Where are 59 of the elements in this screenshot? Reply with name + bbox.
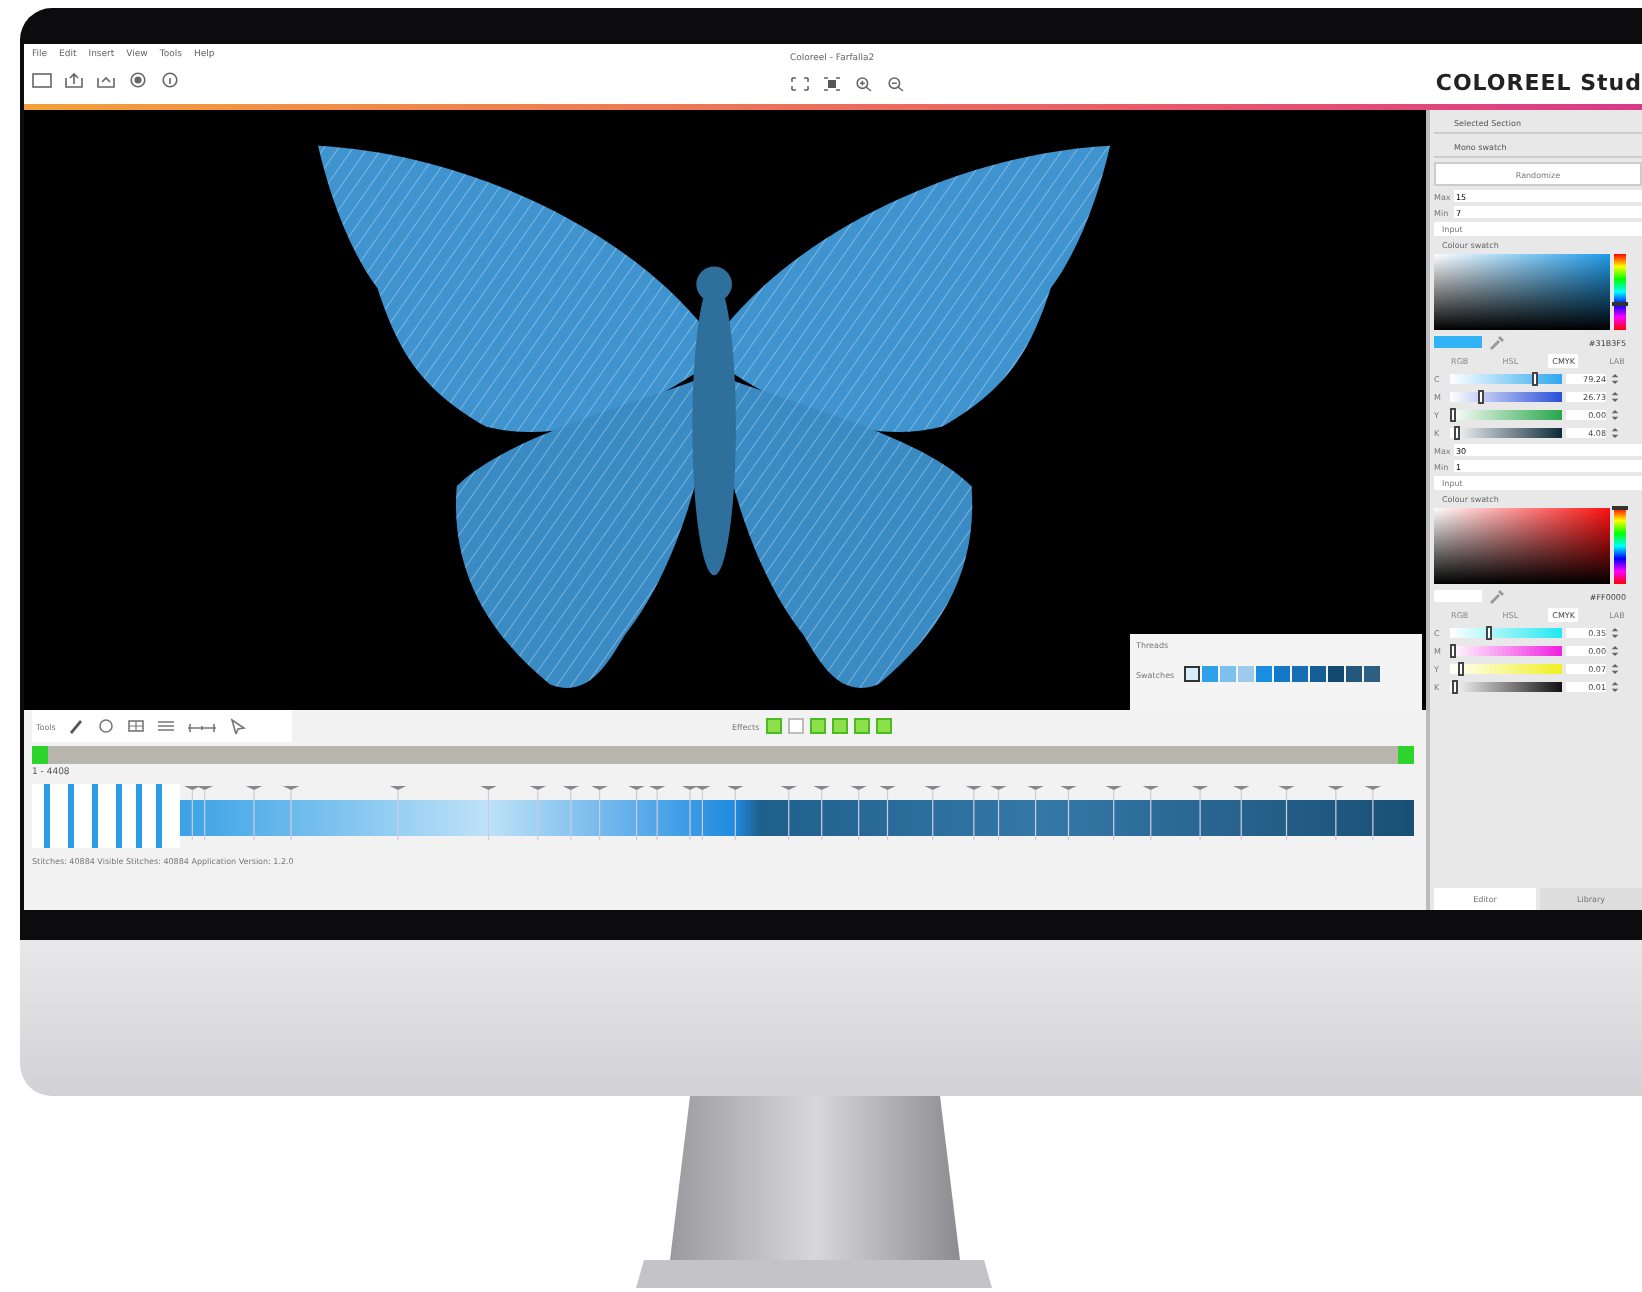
- hue-thumb[interactable]: [1612, 301, 1628, 306]
- range-start-handle[interactable]: [32, 746, 48, 764]
- range-end-handle[interactable]: [1398, 746, 1414, 764]
- folder-icon[interactable]: [32, 72, 52, 88]
- spinner-icon[interactable]: [1610, 372, 1620, 386]
- zoom-out-icon[interactable]: [886, 76, 906, 92]
- export-icon[interactable]: [96, 72, 116, 88]
- record-icon[interactable]: [128, 72, 148, 88]
- channel-slider-track[interactable]: [1450, 682, 1562, 692]
- channel-slider-track[interactable]: [1450, 664, 1562, 674]
- channel-slider-track[interactable]: [1450, 628, 1562, 638]
- fit-view-icon[interactable]: [790, 76, 810, 92]
- ruler-icon[interactable]: [185, 718, 218, 734]
- crop-icon[interactable]: [822, 76, 842, 92]
- grid-icon[interactable]: [125, 718, 146, 734]
- spinner-icon[interactable]: [1610, 662, 1620, 676]
- slider-thumb[interactable]: [1477, 390, 1484, 404]
- slider-thumb[interactable]: [1450, 408, 1456, 422]
- lines-icon[interactable]: [155, 718, 176, 734]
- spinner-icon[interactable]: [1610, 680, 1620, 694]
- spinner-icon[interactable]: [1610, 408, 1620, 422]
- thread-swatch[interactable]: [1292, 666, 1309, 682]
- thread-swatch[interactable]: [1184, 666, 1201, 682]
- channel-slider-track[interactable]: [1450, 392, 1562, 402]
- brand-logo: COLOREEL Stud: [1435, 70, 1642, 96]
- thread-swatch[interactable]: [1238, 666, 1255, 682]
- pen-icon[interactable]: [65, 718, 86, 734]
- pointer-icon[interactable]: [227, 718, 248, 734]
- info-icon[interactable]: [160, 72, 180, 88]
- slider-thumb[interactable]: [1457, 662, 1464, 676]
- hue-slider[interactable]: [1614, 254, 1626, 330]
- channel-slider-track[interactable]: [1450, 428, 1562, 438]
- channel-slider-track[interactable]: [1450, 410, 1562, 420]
- slider-thumb[interactable]: [1486, 626, 1493, 640]
- color-picker-area[interactable]: [1434, 508, 1610, 584]
- thread-swatch[interactable]: [1364, 666, 1381, 682]
- circle-icon[interactable]: [95, 718, 116, 734]
- spinner-icon[interactable]: [1610, 426, 1620, 440]
- thread-swatch[interactable]: [1310, 666, 1327, 682]
- thread-swatch[interactable]: [1202, 666, 1219, 682]
- slider-thumb[interactable]: [1451, 680, 1457, 694]
- thread-swatch[interactable]: [1346, 666, 1363, 682]
- thread-swatch[interactable]: [1328, 666, 1345, 682]
- slider-thumb[interactable]: [1450, 644, 1456, 658]
- upload-icon[interactable]: [64, 72, 84, 88]
- slider-thumb[interactable]: [1531, 372, 1538, 386]
- channel-slider-track[interactable]: [1450, 646, 1562, 656]
- spinner-icon[interactable]: [1610, 626, 1620, 640]
- thread-swatch[interactable]: [1274, 666, 1291, 682]
- color-picker-area[interactable]: [1434, 254, 1610, 330]
- channel-slider-track[interactable]: [1450, 374, 1562, 384]
- spinner-icon[interactable]: [1610, 644, 1620, 658]
- hue-slider[interactable]: [1614, 508, 1626, 584]
- color-preview: [1434, 336, 1482, 348]
- thread-swatch[interactable]: [1220, 666, 1237, 682]
- zoom-in-icon[interactable]: [854, 76, 874, 92]
- thread-swatch[interactable]: [1256, 666, 1273, 682]
- spinner-icon[interactable]: [1610, 390, 1620, 404]
- slider-thumb[interactable]: [1454, 426, 1461, 440]
